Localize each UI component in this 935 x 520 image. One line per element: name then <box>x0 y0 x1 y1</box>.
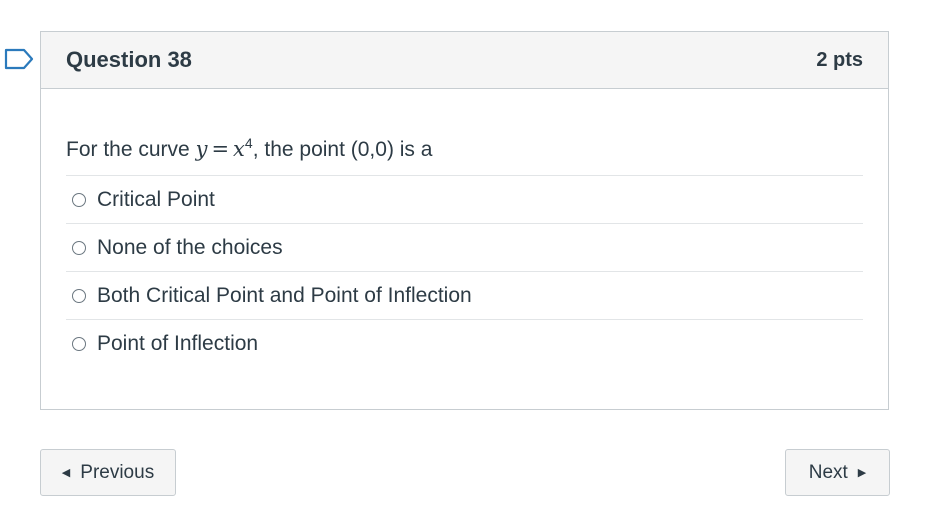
answer-option[interactable]: Critical Point <box>66 176 863 224</box>
question-title: Question 38 <box>66 47 192 72</box>
math-variable-x: x <box>233 137 245 161</box>
question-text: For the curve y = x4, the point (0,0) is a <box>66 125 863 175</box>
question-card: Question 38 2 pts For the curve y = x4, th… <box>40 31 889 410</box>
answer-label[interactable]: None of the choices <box>97 236 283 260</box>
question-prompt-end: , the point (0,0) is a <box>252 138 433 161</box>
radio-button[interactable] <box>72 192 86 207</box>
answer-label[interactable]: Both Critical Point and Point of Inflect… <box>97 284 472 308</box>
math-variable-y: y <box>195 137 208 161</box>
next-label[interactable]: Next <box>809 462 848 484</box>
answer-option[interactable]: None of the choices <box>66 224 863 272</box>
radio-button[interactable] <box>72 240 86 255</box>
answer-option[interactable]: Both Critical Point and Point of Inflect… <box>66 272 863 320</box>
caret-right-icon: ▶ <box>857 467 867 479</box>
answer-list: Critical Point None of the choices Both … <box>66 175 863 368</box>
caret-left-icon: ◀ <box>61 467 71 479</box>
flag-question-icon[interactable] <box>4 48 36 70</box>
question-header: Question 38 2 pts <box>41 32 888 89</box>
radio-button[interactable] <box>72 288 86 303</box>
previous-label[interactable]: Previous <box>80 462 154 484</box>
radio-button[interactable] <box>72 337 86 351</box>
question-prompt-start: For the curve <box>66 138 196 161</box>
answer-label[interactable]: Point of Inflection <box>97 332 258 356</box>
question-points: 2 pts <box>816 48 863 71</box>
answer-option[interactable]: Point of Inflection <box>66 320 863 368</box>
previous-button[interactable]: ◀ Previous <box>40 449 176 496</box>
math-exponent: 4 <box>244 135 253 151</box>
question-body: For the curve y = x4, the point (0,0) is a… <box>41 89 888 368</box>
next-button[interactable]: Next ▶ <box>785 449 890 496</box>
math-equals: = <box>211 137 230 161</box>
answer-label[interactable]: Critical Point <box>97 188 215 212</box>
